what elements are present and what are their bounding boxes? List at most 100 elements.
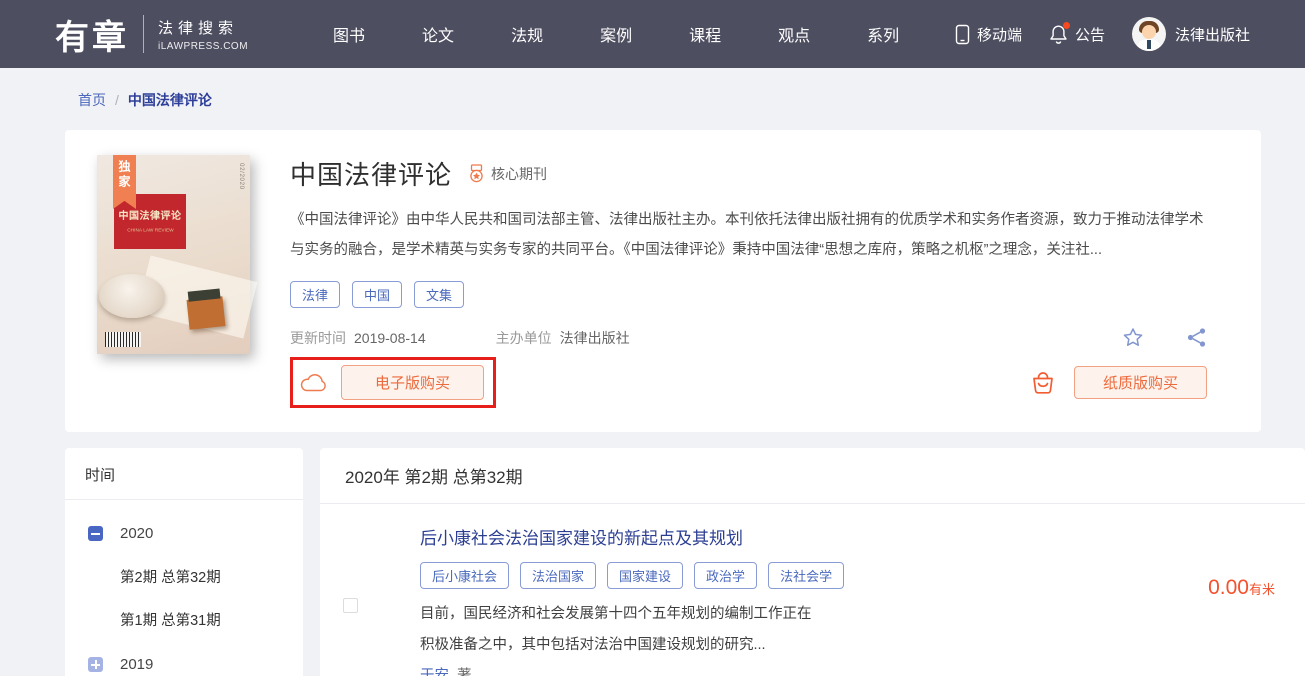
tree-children-2020: 第2期 总第32期 第1期 总第31期 bbox=[65, 566, 303, 630]
phone-icon bbox=[955, 24, 970, 45]
lower-section: 时间 2020 第2期 总第32期 第1期 总第31期 2019 2018 20… bbox=[65, 448, 1305, 676]
paper-buy-button[interactable]: 纸质版购买 bbox=[1074, 366, 1207, 399]
cover-issue-code: 02/2020 bbox=[238, 163, 245, 190]
nav-item-papers[interactable]: 论文 bbox=[422, 22, 454, 46]
nav-item-opinions[interactable]: 观点 bbox=[778, 22, 810, 46]
cover-photo-decor-inkstone bbox=[99, 274, 165, 318]
summary-line: 目前，国民经济和社会发展第十四个五年规划的编制工作正在 bbox=[420, 599, 844, 630]
logo-sub-cn: 法律搜索 bbox=[158, 17, 248, 38]
tree-item-issue-31[interactable]: 第1期 总第31期 bbox=[120, 609, 303, 630]
navbar-right: 移动端 公告 法律出版社 bbox=[955, 17, 1250, 51]
tree-node-2020[interactable]: 2020 bbox=[65, 525, 303, 542]
shopping-bag-icon[interactable] bbox=[1029, 369, 1057, 397]
tree-node-2019[interactable]: 2019 bbox=[65, 656, 303, 673]
nav-item-courses[interactable]: 课程 bbox=[689, 22, 721, 46]
article-tag[interactable]: 政治学 bbox=[694, 562, 757, 589]
article-tag[interactable]: 国家建设 bbox=[607, 562, 683, 589]
breadcrumb-home[interactable]: 首页 bbox=[78, 90, 106, 110]
nav-item-series[interactable]: 系列 bbox=[867, 22, 899, 46]
exclusive-ribbon: 独家 bbox=[113, 155, 136, 209]
core-journal-label: 核心期刊 bbox=[491, 164, 547, 184]
article-tags: 后小康社会 法治国家 国家建设 政治学 法社会学 bbox=[420, 562, 844, 589]
logo-wordmark: 有章 bbox=[55, 10, 129, 59]
year-tree: 2020 第2期 总第32期 第1期 总第31期 2019 2018 bbox=[65, 500, 303, 676]
cloud-download-icon[interactable] bbox=[299, 372, 328, 393]
user-menu[interactable]: 法律出版社 bbox=[1132, 17, 1250, 51]
main-nav: 图书 论文 法规 案例 课程 观点 系列 bbox=[333, 22, 899, 46]
breadcrumb-current: 中国法律评论 bbox=[128, 90, 212, 110]
purchase-row: 电子版购买 纸质版购买 bbox=[290, 357, 1229, 408]
tag-law[interactable]: 法律 bbox=[290, 281, 340, 308]
tag-collection[interactable]: 文集 bbox=[414, 281, 464, 308]
core-journal-badge: 核心期刊 bbox=[468, 164, 547, 184]
update-time-value: 2019-08-14 bbox=[354, 330, 426, 346]
expand-icon-2019[interactable] bbox=[88, 657, 103, 672]
article-main: 后小康社会法治国家建设的新起点及其规划 后小康社会 法治国家 国家建设 政治学 … bbox=[420, 524, 844, 676]
tree-year-label: 2020 bbox=[120, 525, 153, 542]
article-author-link[interactable]: 于安 bbox=[420, 668, 449, 676]
update-time-label: 更新时间 bbox=[290, 328, 346, 348]
notice-label: 公告 bbox=[1075, 24, 1105, 45]
tree-item-issue-32[interactable]: 第2期 总第32期 bbox=[120, 566, 303, 587]
journal-meta-row: 更新时间 2019-08-14 主办单位 法律出版社 bbox=[290, 327, 1229, 348]
user-name: 法律出版社 bbox=[1175, 24, 1250, 45]
mobile-link[interactable]: 移动端 bbox=[955, 24, 1022, 45]
article-item: 后小康社会法治国家建设的新起点及其规划 后小康社会 法治国家 国家建设 政治学 … bbox=[320, 504, 1305, 676]
journal-description: 《中国法律评论》由中华人民共和国司法部主管、法律出版社主办。本刊依托法律出版社拥… bbox=[290, 205, 1215, 265]
share-icon[interactable] bbox=[1186, 327, 1207, 348]
cover-barcode bbox=[105, 332, 141, 347]
nav-item-regulations[interactable]: 法规 bbox=[511, 22, 543, 46]
mobile-label: 移动端 bbox=[977, 24, 1022, 45]
tag-china[interactable]: 中国 bbox=[352, 281, 402, 308]
user-avatar bbox=[1132, 17, 1166, 51]
article-author-row: 于安 著 bbox=[420, 664, 844, 676]
price-currency: 有米 bbox=[1249, 582, 1275, 597]
favorite-star-icon[interactable] bbox=[1122, 327, 1144, 348]
article-tag[interactable]: 法治国家 bbox=[520, 562, 596, 589]
nav-item-books[interactable]: 图书 bbox=[333, 22, 365, 46]
bell-icon bbox=[1049, 24, 1068, 45]
time-filter-title: 时间 bbox=[65, 448, 303, 499]
medal-icon bbox=[468, 164, 485, 183]
issue-header: 2020年 第2期 总第32期 bbox=[320, 448, 1305, 503]
breadcrumb: 首页 / 中国法律评论 bbox=[78, 90, 1305, 110]
article-tag[interactable]: 法社会学 bbox=[768, 562, 844, 589]
logo-subtitle: 法律搜索 iLAWPRESS.COM bbox=[158, 17, 248, 52]
ebook-buy-button[interactable]: 电子版购买 bbox=[341, 365, 484, 400]
article-price: 0.00有米 bbox=[1208, 576, 1275, 676]
cover-title-block: 中国法律评论 CHINA LAW REVIEW bbox=[114, 194, 186, 249]
journal-tags: 法律 中国 文集 bbox=[290, 281, 1229, 308]
tree-year-label: 2019 bbox=[120, 656, 153, 673]
issue-card: 2020年 第2期 总第32期 后小康社会法治国家建设的新起点及其规划 后小康社… bbox=[320, 448, 1305, 676]
journal-action-icons bbox=[1122, 327, 1207, 348]
journal-title-row: 中国法律评论 核心期刊 bbox=[290, 155, 1229, 192]
journal-info: 中国法律评论 核心期刊 《中国法律评论》由中华人民共和国司法部主管、法律出版社主… bbox=[290, 155, 1229, 408]
journal-cover[interactable]: 中国法律评论 CHINA LAW REVIEW 独家 02/2020 bbox=[97, 155, 250, 354]
notice-link[interactable]: 公告 bbox=[1049, 24, 1105, 45]
cover-photo-decor-seal bbox=[187, 296, 226, 330]
notification-dot bbox=[1063, 22, 1070, 29]
article-checkbox[interactable] bbox=[343, 598, 358, 613]
summary-line: 积极准备之中，其中包括对法治中国建设规划的研究... bbox=[420, 630, 844, 661]
journal-card: 中国法律评论 CHINA LAW REVIEW 独家 02/2020 中国法律评… bbox=[65, 130, 1261, 432]
logo-divider bbox=[143, 15, 144, 53]
article-summary: 目前，国民经济和社会发展第十四个五年规划的编制工作正在 积极准备之中，其中包括对… bbox=[420, 599, 844, 661]
breadcrumb-separator: / bbox=[115, 92, 119, 108]
paper-purchase-group: 纸质版购买 bbox=[1029, 366, 1207, 399]
article-title[interactable]: 后小康社会法治国家建设的新起点及其规划 bbox=[420, 524, 844, 549]
author-suffix: 著 bbox=[457, 668, 472, 676]
collapse-icon-2020[interactable] bbox=[88, 526, 103, 541]
top-navbar: 有章 法律搜索 iLAWPRESS.COM 图书 论文 法规 案例 课程 观点 … bbox=[0, 0, 1305, 68]
nav-item-cases[interactable]: 案例 bbox=[600, 22, 632, 46]
time-filter-card: 时间 2020 第2期 总第32期 第1期 总第31期 2019 2018 bbox=[65, 448, 303, 676]
cover-title: 中国法律评论 bbox=[119, 207, 182, 222]
journal-title: 中国法律评论 bbox=[290, 155, 452, 192]
organizer-value: 法律出版社 bbox=[560, 328, 630, 348]
logo-sub-en: iLAWPRESS.COM bbox=[158, 41, 248, 52]
annotation-highlight-box: 电子版购买 bbox=[290, 357, 496, 408]
price-amount: 0.00 bbox=[1208, 576, 1249, 599]
organizer-label: 主办单位 bbox=[496, 328, 552, 348]
logo[interactable]: 有章 法律搜索 iLAWPRESS.COM bbox=[55, 10, 248, 59]
article-tag[interactable]: 后小康社会 bbox=[420, 562, 509, 589]
cover-subtitle: CHINA LAW REVIEW bbox=[127, 228, 174, 233]
